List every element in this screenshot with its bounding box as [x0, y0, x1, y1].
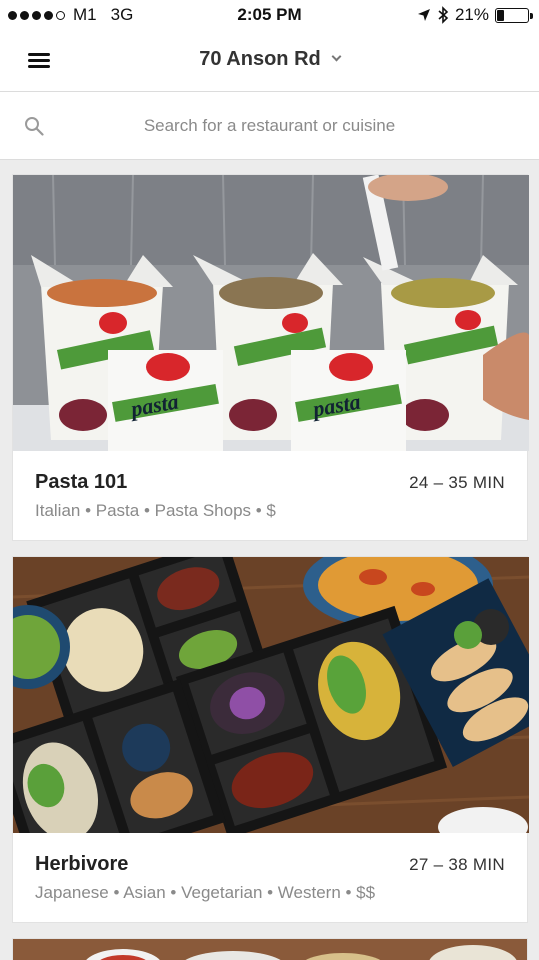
restaurant-card[interactable]: pasta pasta Pasta 101 24 – 35 MIN Italia…	[12, 174, 529, 541]
battery-icon	[495, 7, 533, 23]
restaurant-card[interactable]	[12, 938, 528, 960]
search-bar[interactable]: Search for a restaurant or cuisine	[0, 92, 539, 160]
restaurant-tags: Italian • Pasta • Pasta Shops • $	[35, 501, 276, 520]
restaurant-name: Herbivore	[35, 853, 129, 875]
restaurant-name: Pasta 101	[35, 471, 128, 493]
bluetooth-icon	[438, 6, 449, 24]
food-photo-partial	[13, 939, 527, 960]
pasta-boxes-photo: pasta pasta	[13, 175, 529, 451]
restaurant-tags: Japanese • Asian • Vegetarian • Western …	[35, 883, 376, 902]
search-input[interactable]: Search for a restaurant or cuisine	[0, 116, 539, 136]
battery-percent: 21%	[454, 5, 489, 24]
battery-level	[497, 9, 504, 21]
delivery-eta: 24 – 35 MIN	[409, 473, 505, 492]
location-selector[interactable]: 70 Anson Rd	[0, 48, 539, 71]
app-header: 70 Anson Rd	[0, 30, 539, 92]
restaurant-card[interactable]: Herbivore 27 – 38 MIN Japanese • Asian •…	[12, 556, 529, 923]
restaurant-photo	[13, 557, 529, 833]
chevron-down-icon	[331, 51, 342, 62]
bento-boxes-photo	[13, 557, 529, 833]
restaurant-photo	[13, 939, 527, 960]
restaurant-photo: pasta pasta	[13, 175, 529, 451]
location-label: 70 Anson Rd	[199, 48, 321, 70]
delivery-eta: 27 – 38 MIN	[409, 855, 505, 874]
status-right: 21%	[417, 5, 533, 25]
location-arrow-icon	[417, 9, 430, 21]
status-bar: M1 3G 2:05 PM 21%	[0, 0, 539, 30]
